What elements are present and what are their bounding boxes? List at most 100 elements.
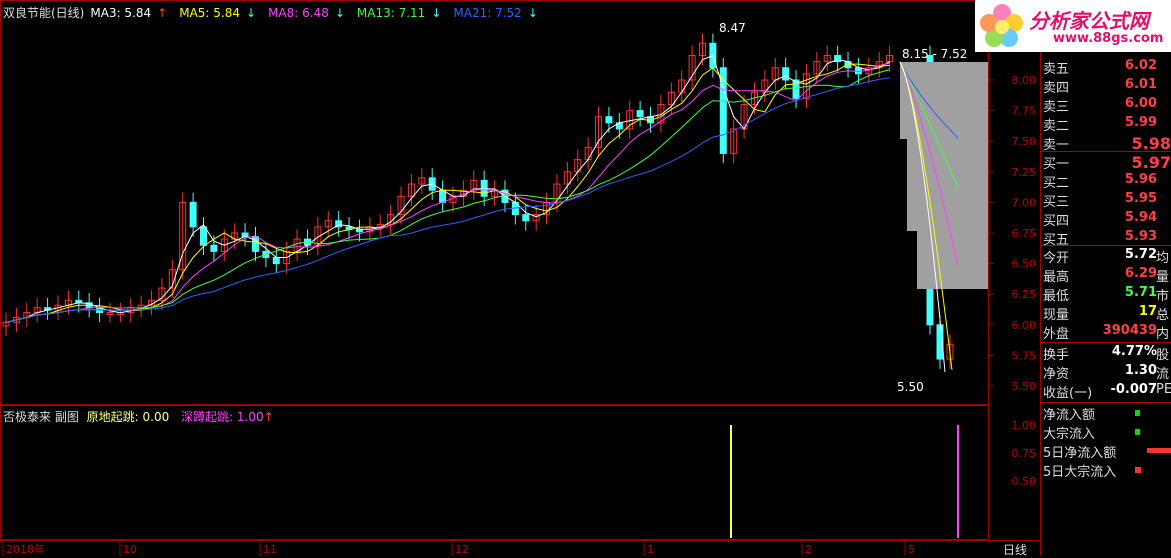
date-label: 5 bbox=[908, 543, 915, 556]
logo: 分析家公式网 www.88gs.com bbox=[975, 0, 1171, 52]
quote-label: 外盘 bbox=[1043, 327, 1070, 342]
flower-icon bbox=[980, 4, 1023, 47]
date-label: 12 bbox=[455, 543, 469, 556]
quote-label: 卖三 bbox=[1043, 100, 1070, 115]
candle-body bbox=[272, 256, 280, 265]
quote-label: 买一 bbox=[1043, 157, 1070, 172]
quote-ext: 市 bbox=[1156, 289, 1170, 304]
quote-label: 卖五 bbox=[1043, 62, 1070, 77]
quote-label: 收益(一) bbox=[1043, 386, 1093, 401]
quote-row: 净资 1.30 流 bbox=[1043, 363, 1171, 382]
projection-zone bbox=[899, 61, 988, 373]
price-tick: 7.50 bbox=[1012, 135, 1037, 148]
sub-item2: 深蹲起跳: 1.00↑ bbox=[181, 410, 274, 424]
quote-ext: 流 bbox=[1156, 367, 1170, 382]
sub-chart-title: 否极泰来 副图 bbox=[3, 410, 79, 424]
ma13-line bbox=[5, 69, 890, 323]
quote-label: 现量 bbox=[1043, 308, 1070, 323]
quote-value: 6.01 bbox=[1124, 77, 1157, 92]
flow-swatch bbox=[1135, 410, 1140, 416]
quote-row: 卖一 5.98 bbox=[1043, 134, 1171, 153]
flow-legend-item: 净流入额 bbox=[1043, 404, 1171, 423]
flow-swatch bbox=[1135, 429, 1140, 435]
quote-value: 5.93 bbox=[1124, 229, 1157, 244]
ma5-label: MA5: 5.84 ↓ bbox=[179, 6, 257, 20]
quote-value: 1.30 bbox=[1124, 363, 1157, 378]
projection-box bbox=[900, 62, 988, 139]
quote-label: 最高 bbox=[1043, 270, 1070, 285]
price-tick: 7.25 bbox=[1012, 166, 1037, 179]
quote-row: 换手 4.77% 股 bbox=[1043, 344, 1171, 363]
price-tick: 6.25 bbox=[1012, 288, 1037, 301]
flow-swatch bbox=[1147, 448, 1171, 453]
price-tick: 5.50 bbox=[1012, 380, 1037, 393]
date-label: 2 bbox=[805, 543, 812, 556]
quote-row: 买一 5.97 bbox=[1043, 153, 1171, 172]
candle-body bbox=[522, 214, 530, 222]
flow-legend-item: 5日大宗流入 bbox=[1043, 461, 1171, 480]
price-axis: 8.00 7.75 7.50 7.25 7.00 6.75 6.50 6.25 6.00 5.75… bbox=[989, 74, 1036, 393]
quote-ext: PE bbox=[1156, 382, 1171, 397]
candle-body bbox=[636, 110, 644, 118]
flow-legend-item: 5日净流入额 bbox=[1043, 442, 1171, 461]
sub-tick: 0.75 bbox=[1012, 447, 1037, 460]
quote-label: 卖一 bbox=[1043, 138, 1070, 153]
candle-body bbox=[605, 116, 613, 124]
quote-row: 最高 6.29 量 bbox=[1043, 266, 1171, 285]
quote-row: 买五 5.93 bbox=[1043, 229, 1171, 248]
candle-body bbox=[200, 226, 208, 246]
quote-label: 买二 bbox=[1043, 176, 1070, 191]
quote-row: 买三 5.95 bbox=[1043, 191, 1171, 210]
quote-value: 17 bbox=[1138, 304, 1157, 319]
peak-annotation: 8.47 bbox=[719, 21, 746, 35]
price-tick: 5.75 bbox=[1012, 349, 1037, 362]
price-tick: 7.00 bbox=[1012, 196, 1037, 209]
ma3-label: MA3: 5.84 ↑ bbox=[90, 6, 168, 20]
range-annotation: 8.15 - 7.52 bbox=[902, 47, 968, 61]
quote-label: 买五 bbox=[1043, 233, 1070, 248]
quote-value: 5.96 bbox=[1124, 172, 1157, 187]
price-tick: 6.75 bbox=[1012, 227, 1037, 240]
quote-value: 5.99 bbox=[1124, 115, 1157, 130]
quote-ext: 内 bbox=[1156, 327, 1170, 342]
quote-row: 外盘 390439 内 bbox=[1043, 323, 1171, 342]
ma-legend: 双良节能(日线) MA3: 5.84 ↑ MA5: 5.84 ↓ MA8: 6.48 ↓ MA… bbox=[3, 4, 550, 21]
candle-body bbox=[251, 236, 259, 252]
candle-body bbox=[782, 67, 790, 81]
quote-row: 今开 5.72 均 bbox=[1043, 247, 1171, 266]
quote-label: 净资 bbox=[1043, 367, 1070, 382]
kline-chart[interactable]: 8.00 7.75 7.50 7.25 7.00 6.75 6.50 6.25 6.00 5.75… bbox=[0, 0, 1040, 556]
quote-value: 6.02 bbox=[1124, 58, 1157, 73]
candlesticks bbox=[2, 33, 954, 369]
sub-item1: 原地起跳: 0.00 bbox=[86, 410, 170, 424]
quote-value: 390439 bbox=[1102, 323, 1157, 338]
quote-value: -0.007 bbox=[1110, 382, 1157, 397]
quote-value: 6.00 bbox=[1124, 96, 1157, 111]
quote-row: 卖三 6.00 bbox=[1043, 96, 1171, 115]
date-label: 1 bbox=[647, 543, 654, 556]
quote-value: 5.97 bbox=[1131, 153, 1171, 172]
period-label[interactable]: 日线 bbox=[1003, 541, 1027, 558]
sub-chart-frame bbox=[0, 405, 989, 540]
quote-row: 收益(一) -0.007 PE bbox=[1043, 382, 1171, 401]
quote-ext: 量 bbox=[1156, 270, 1170, 285]
flow-legend-item: 大宗流入 bbox=[1043, 423, 1171, 442]
quote-value: 5.98 bbox=[1131, 134, 1171, 153]
sub-chart-legend: 否极泰来 副图 原地起跳: 0.00 深蹲起跳: 1.00↑ bbox=[3, 408, 274, 425]
quote-value: 5.94 bbox=[1124, 210, 1157, 225]
quote-label: 今开 bbox=[1043, 251, 1070, 266]
quote-value: 5.71 bbox=[1124, 285, 1157, 300]
date-axis: 2018年 10 11 12 1 2 5 bbox=[2, 541, 915, 556]
date-label: 10 bbox=[123, 543, 137, 556]
quote-label: 卖四 bbox=[1043, 81, 1070, 96]
quote-row: 卖二 5.99 bbox=[1043, 115, 1171, 134]
quote-label: 买四 bbox=[1043, 214, 1070, 229]
price-tick: 7.75 bbox=[1012, 105, 1037, 118]
ma13-label: MA13: 7.11 ↓ bbox=[356, 6, 442, 20]
price-tick: 6.50 bbox=[1012, 258, 1037, 271]
sub-tick: 0.50 bbox=[1012, 475, 1037, 488]
quote-label: 最低 bbox=[1043, 289, 1070, 304]
quote-row: 卖四 6.01 bbox=[1043, 77, 1171, 96]
quote-value: 5.95 bbox=[1124, 191, 1157, 206]
ma21-label: MA21: 7.52 ↓ bbox=[453, 6, 538, 20]
